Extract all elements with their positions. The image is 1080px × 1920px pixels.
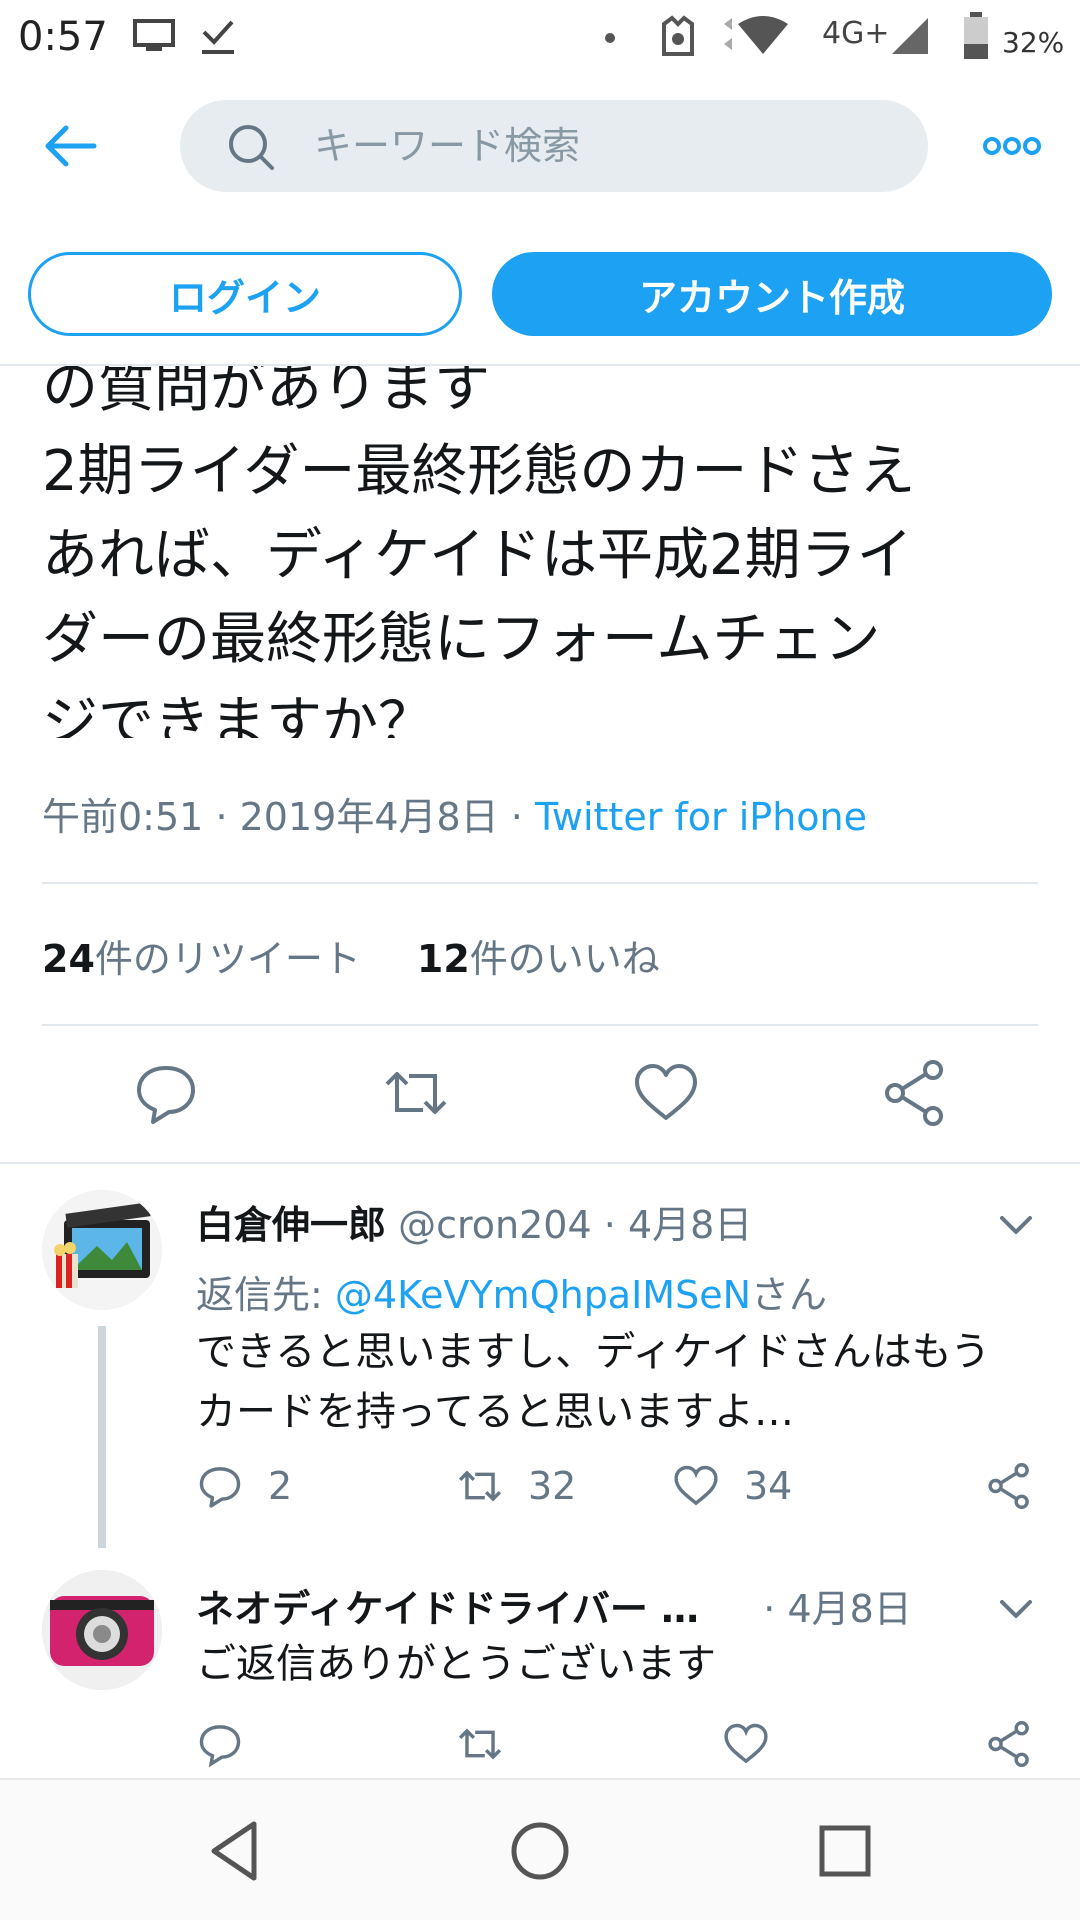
reply-retweet-button[interactable] xyxy=(456,1714,528,1774)
login-button[interactable]: ログイン xyxy=(28,252,462,336)
wifi-icon xyxy=(724,16,788,54)
like-label: 件のいいね xyxy=(469,937,660,981)
network-type: 4G+ xyxy=(822,16,890,51)
tweet-line: あれば、ディケイドは平成2期ライ xyxy=(42,523,913,588)
reply-author-name[interactable]: 白倉伸一郎 xyxy=(196,1203,386,1247)
top-nav xyxy=(0,76,1080,216)
like-heart-icon[interactable] xyxy=(631,1058,701,1128)
search-icon xyxy=(229,125,274,170)
reply-text: できると思いますし、ディケイドさんはもう カードを持ってると思いますよ… xyxy=(196,1322,1056,1442)
reply-author-name[interactable]: ネオディケイドドライバー … xyxy=(196,1587,699,1631)
avatar[interactable] xyxy=(42,1570,162,1690)
reply-share-button[interactable] xyxy=(986,1714,1058,1774)
retweet-count: 32 xyxy=(528,1464,577,1508)
reply-icon[interactable] xyxy=(131,1058,201,1128)
chevron-down-icon[interactable] xyxy=(996,1210,1036,1240)
reply-date: 4月8日 xyxy=(627,1203,753,1247)
reply-text-line: ご返信ありがとうございます xyxy=(196,1641,716,1687)
signup-button[interactable]: アカウント作成 xyxy=(492,252,1052,336)
tweet-time: 午前0:51 xyxy=(42,795,204,839)
search-box[interactable] xyxy=(180,100,928,192)
reply-reply-button[interactable] xyxy=(196,1714,268,1774)
like-heart-icon xyxy=(724,1723,768,1764)
avatar[interactable] xyxy=(42,1190,162,1310)
reply-retweet-button[interactable]: 32 xyxy=(456,1456,576,1516)
reply-icon xyxy=(199,1467,241,1508)
tweet-line: ダーの最終形態にフォームチェン xyxy=(42,607,881,672)
meta-separator: · xyxy=(215,795,228,839)
more-options-icon[interactable] xyxy=(982,128,1042,164)
status-time: 0:57 xyxy=(18,14,108,60)
like-stat[interactable]: 12件のいいね xyxy=(417,937,660,981)
reply-header: 白倉伸一郎 @cron204 · 4月8日 xyxy=(196,1194,752,1249)
reply-text-line: できると思いますし、ディケイドさんはもう xyxy=(196,1329,991,1375)
reply-tweet[interactable]: 白倉伸一郎 @cron204 · 4月8日 返信先: @4KeVYmQhpaIM… xyxy=(0,1164,1080,1554)
back-arrow-icon[interactable] xyxy=(40,116,100,176)
retweet-count: 24 xyxy=(42,937,95,981)
movie-clapper-avatar xyxy=(42,1190,162,1310)
like-count: 34 xyxy=(744,1464,793,1508)
status-bar: 0:57 4G+ 32% xyxy=(0,0,1080,76)
reply-separator: · xyxy=(603,1203,616,1247)
reply-actions: 2 32 34 xyxy=(196,1456,1056,1516)
share-icon xyxy=(988,1721,1029,1767)
reply-share-button[interactable] xyxy=(986,1456,1058,1516)
recents-square-icon[interactable] xyxy=(810,1816,880,1886)
reply-to-prefix: 返信先: xyxy=(196,1273,335,1317)
retweet-stat[interactable]: 24件のリツイート xyxy=(42,937,361,981)
like-heart-icon xyxy=(674,1465,718,1506)
retweet-label: 件のリツイート xyxy=(94,937,361,981)
back-triangle-icon[interactable] xyxy=(200,1816,270,1886)
tweet-line: 2期ライダー最終形態のカードさえ xyxy=(42,439,916,504)
tweet-line: の質問があります xyxy=(42,366,490,420)
reply-to-suffix: さん xyxy=(751,1273,828,1317)
retweet-icon xyxy=(458,1728,502,1760)
tweet-content: の質問があります 2期ライダー最終形態のカードさえ あれば、ディケイドは平成2期… xyxy=(0,366,1080,738)
driver-belt-avatar xyxy=(42,1570,162,1690)
app-notification-icon xyxy=(662,15,694,56)
search-input[interactable] xyxy=(314,100,894,192)
divider xyxy=(42,1024,1038,1026)
reply-actions xyxy=(196,1714,1056,1774)
battery-icon xyxy=(964,12,988,59)
reply-like-button[interactable]: 34 xyxy=(672,1456,792,1516)
cell-signal-icon xyxy=(892,18,928,54)
reply-to: 返信先: @4KeVYmQhpaIMSeNさん xyxy=(196,1264,827,1319)
tweet-stats: 24件のリツイート 12件のいいね xyxy=(42,928,660,983)
notification-dot-icon xyxy=(605,33,615,43)
share-icon[interactable] xyxy=(881,1058,951,1128)
retweet-icon xyxy=(458,1470,502,1502)
home-circle-icon[interactable] xyxy=(505,1816,575,1886)
cast-screen-icon xyxy=(133,19,175,51)
chevron-down-icon[interactable] xyxy=(996,1594,1036,1624)
reply-text: ご返信ありがとうございます xyxy=(196,1634,1056,1694)
tweet-line: ジできますか？ xyxy=(42,691,434,738)
tweet-source-link[interactable]: Twitter for iPhone xyxy=(535,795,867,839)
reply-date: 4月8日 xyxy=(787,1587,912,1631)
reply-header: ネオディケイドドライバー … · 4月8日 xyxy=(196,1578,912,1633)
retweet-icon[interactable] xyxy=(381,1058,451,1128)
reply-text-line: カードを持ってると思いますよ… xyxy=(196,1389,794,1435)
auth-bar: ログイン アカウント作成 xyxy=(0,216,1080,366)
like-count: 12 xyxy=(416,937,470,981)
meta-separator: · xyxy=(510,795,523,839)
divider xyxy=(42,882,1038,884)
reply-to-mention[interactable]: @4KeVYmQhpaIMSeN xyxy=(335,1273,751,1317)
reply-count: 2 xyxy=(268,1464,293,1508)
thread-line xyxy=(98,1326,106,1548)
system-nav-bar xyxy=(0,1778,1080,1920)
reply-separator: · xyxy=(763,1587,776,1631)
share-icon xyxy=(988,1463,1029,1509)
battery-percent: 32% xyxy=(1002,26,1065,59)
tweet-text: の質問があります 2期ライダー最終形態のカードさえ あれば、ディケイドは平成2期… xyxy=(42,366,1042,738)
reply-reply-button[interactable]: 2 xyxy=(196,1456,292,1516)
reply-like-button[interactable] xyxy=(722,1714,794,1774)
download-done-icon xyxy=(202,20,234,54)
tweet-meta: 午前0:51 · 2019年4月8日 · Twitter for iPhone xyxy=(42,786,867,841)
reply-tweet[interactable]: ネオディケイドドライバー … · 4月8日 ご返信ありがとうございます xyxy=(0,1554,1080,1778)
tweet-date: 2019年4月8日 xyxy=(239,795,499,839)
reply-icon xyxy=(199,1725,241,1768)
reply-handle[interactable]: @cron204 xyxy=(398,1203,592,1247)
